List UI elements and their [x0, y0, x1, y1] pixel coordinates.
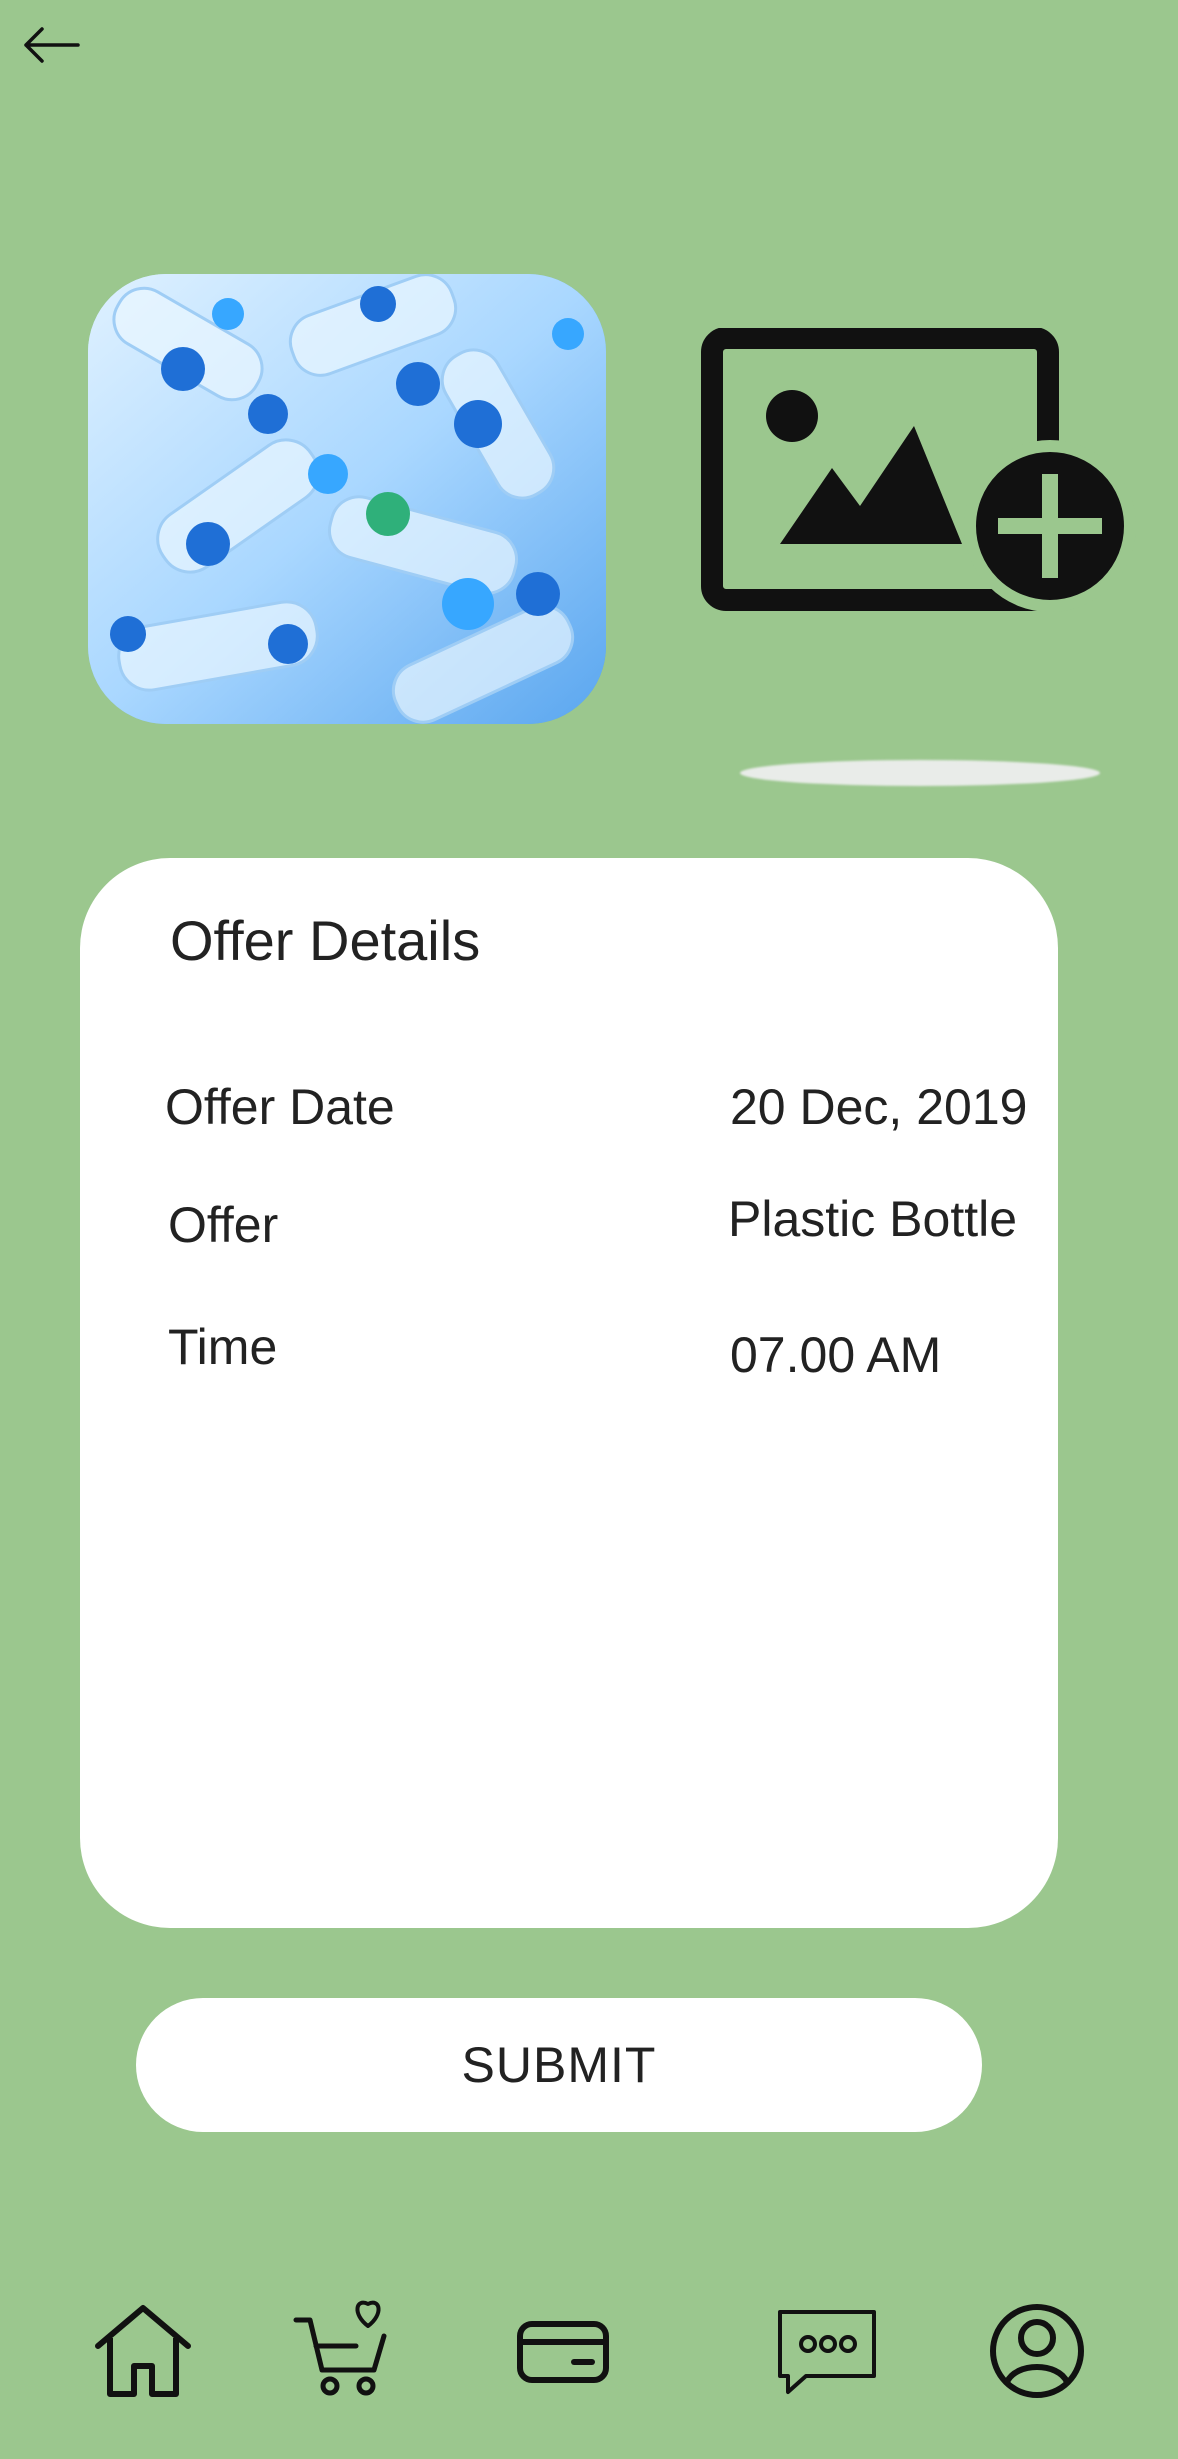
back-button[interactable] [18, 18, 82, 72]
nav-home[interactable] [88, 2296, 198, 2406]
offer-details-card [80, 858, 1058, 1928]
home-icon [95, 2305, 191, 2397]
nav-payments[interactable] [508, 2296, 618, 2406]
product-photo [88, 274, 606, 724]
time-value: 07.00 AM [730, 1327, 942, 1383]
offer-details-title: Offer Details [170, 909, 481, 972]
chat-bubble-icon [778, 2310, 876, 2394]
plastic-bottles-photo [88, 274, 606, 724]
add-image-icon [701, 327, 1136, 612]
offer-value: Plastic Bottle [728, 1191, 1018, 1247]
submit-button[interactable]: SUBMIT [136, 1998, 982, 2132]
offer-date-label: Offer Date [165, 1079, 395, 1135]
nav-cart[interactable] [292, 2296, 402, 2406]
nav-messages[interactable] [772, 2296, 882, 2406]
arrow-left-icon [24, 27, 80, 63]
time-label: Time [168, 1319, 278, 1375]
profile-icon [990, 2304, 1084, 2398]
credit-card-icon [517, 2321, 609, 2383]
offer-label: Offer [168, 1197, 279, 1253]
cart-heart-icon [293, 2300, 387, 2396]
offer-date-value: 20 Dec, 2019 [730, 1079, 1028, 1135]
add-image-button[interactable] [700, 327, 1140, 628]
add-image-shadow [740, 760, 1100, 786]
nav-profile[interactable] [982, 2296, 1092, 2406]
